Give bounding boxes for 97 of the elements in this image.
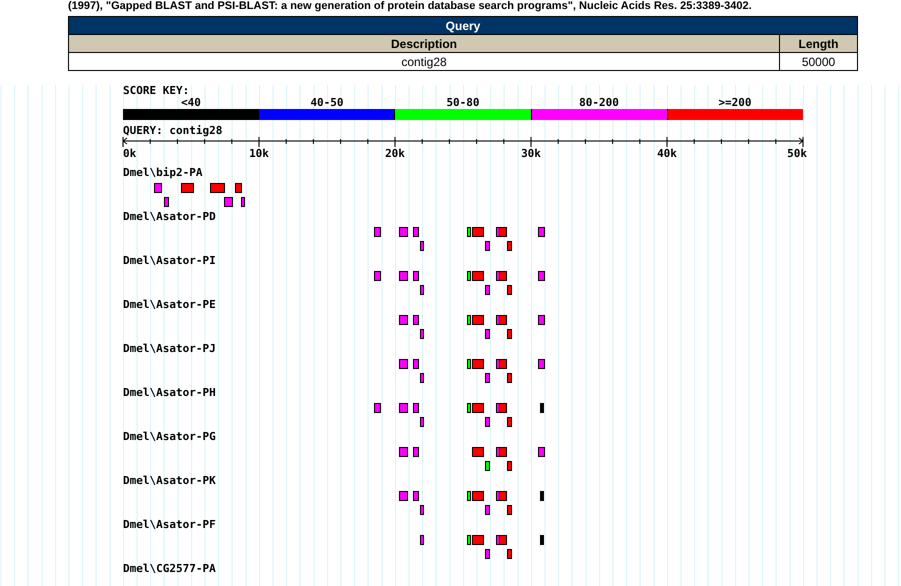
alignment-hit[interactable]: [412, 315, 419, 325]
alignment-hit[interactable]: [164, 197, 170, 207]
alignment-hit[interactable]: [538, 227, 545, 237]
column-header: Length: [780, 34, 858, 52]
axis-tick-label: 30k: [521, 148, 541, 160]
alignment-hit[interactable]: [506, 285, 512, 295]
sequence-name: Dmel\CG2577-PA: [123, 563, 217, 575]
alignment-hit[interactable]: [472, 359, 484, 369]
alignment-hit[interactable]: [540, 491, 544, 501]
alignment-hit[interactable]: [472, 535, 484, 545]
alignment-hit[interactable]: [467, 491, 472, 501]
alignment-hit[interactable]: [540, 403, 544, 413]
alignment-hit[interactable]: [538, 359, 545, 369]
alignment-hit[interactable]: [412, 271, 419, 281]
axis-tick-label: 10k: [249, 148, 269, 160]
score-range-label: 40-50: [309, 97, 345, 109]
score-range-label: 50-80: [445, 97, 481, 109]
alignment-hit[interactable]: [506, 417, 512, 427]
axis-tick-label: 0k: [123, 148, 136, 160]
alignment-hit[interactable]: [399, 359, 408, 369]
alignment-hit[interactable]: [420, 505, 424, 515]
alignment-hit[interactable]: [399, 491, 408, 501]
alignment-hit[interactable]: [412, 359, 419, 369]
sequence-name: Dmel\Asator-PD: [123, 211, 217, 223]
sequence-name: Dmel\Asator-PJ: [123, 343, 217, 355]
alignment-hit[interactable]: [467, 227, 472, 237]
sequence-name: Dmel\Asator-PK: [123, 475, 217, 487]
sequence-name: Dmel\bip2-PA: [123, 167, 204, 179]
alignment-hit[interactable]: [467, 271, 472, 281]
alignment-hit[interactable]: [412, 403, 419, 413]
alignment-hit[interactable]: [399, 271, 408, 281]
alignment-hit[interactable]: [540, 535, 544, 545]
alignment-hit[interactable]: [484, 549, 490, 559]
alignment-hit[interactable]: [412, 491, 419, 501]
alignment-hit[interactable]: [241, 197, 246, 207]
score-range-label: <40: [180, 97, 202, 109]
alignment-hit[interactable]: [506, 241, 512, 251]
alignment-hit[interactable]: [484, 373, 490, 383]
alignment-hit[interactable]: [484, 285, 490, 295]
alignment-hit[interactable]: [399, 447, 408, 457]
alignment-hit[interactable]: [420, 285, 424, 295]
column-header: Description: [68, 34, 780, 52]
alignment-hit[interactable]: [374, 227, 381, 237]
alignment-hit[interactable]: [506, 329, 512, 339]
alignment-hit[interactable]: [472, 491, 484, 501]
table-title: Query: [68, 16, 858, 34]
alignment-hit[interactable]: [224, 197, 234, 207]
alignment-hit[interactable]: [484, 417, 490, 427]
alignment-hit[interactable]: [472, 271, 484, 281]
alignment-hit[interactable]: [506, 373, 512, 383]
alignment-hit[interactable]: [467, 535, 472, 545]
sequence-name: Dmel\Asator-PG: [123, 431, 217, 443]
alignment-hit[interactable]: [538, 271, 545, 281]
alignment-hit[interactable]: [420, 535, 424, 545]
alignment-hit[interactable]: [506, 549, 512, 559]
axis-tick-label: 50k: [787, 148, 807, 160]
alignment-hit[interactable]: [467, 359, 472, 369]
alignment-hit[interactable]: [420, 241, 424, 251]
alignment-hit[interactable]: [374, 403, 381, 413]
alignment-hit[interactable]: [399, 227, 408, 237]
score-key-label: SCORE KEY:: [123, 85, 190, 97]
alignment-hit[interactable]: [234, 183, 242, 193]
table-cell: contig28: [68, 52, 780, 70]
alignment-hit[interactable]: [484, 241, 490, 251]
alignment-hit[interactable]: [472, 227, 484, 237]
alignment-hit[interactable]: [412, 227, 419, 237]
alignment-hit[interactable]: [484, 505, 490, 515]
sequence-name: Dmel\Asator-PI: [123, 255, 217, 267]
table-cell: 50000: [780, 52, 858, 70]
alignment-hit[interactable]: [506, 461, 512, 471]
alignment-hit[interactable]: [484, 329, 490, 339]
score-range-label: >=200: [717, 97, 753, 109]
axis-tick-label: 40k: [657, 148, 677, 160]
alignment-hit[interactable]: [420, 417, 424, 427]
alignment-hit[interactable]: [467, 403, 472, 413]
alignment-hit[interactable]: [467, 315, 472, 325]
alignment-hit[interactable]: [472, 447, 484, 457]
alignment-hit[interactable]: [399, 315, 408, 325]
citation-text: (1997), "Gapped BLAST and PSI-BLAST: a new generation of protein database search programs", Nucleic Acids Res. 25:3389-3402.: [67, 0, 753, 13]
sequence-name: Dmel\Asator-PF: [123, 519, 217, 531]
score-range-label: 80-200: [578, 97, 620, 109]
alignment-hit[interactable]: [472, 403, 484, 413]
alignment-hit[interactable]: [472, 315, 484, 325]
sequence-name: Dmel\Asator-PH: [123, 387, 217, 399]
alignment-hit[interactable]: [399, 403, 408, 413]
alignment-hit[interactable]: [412, 447, 419, 457]
alignment-hit[interactable]: [420, 329, 424, 339]
alignment-hit[interactable]: [538, 315, 545, 325]
alignment-hit[interactable]: [420, 373, 424, 383]
alignment-hit[interactable]: [374, 271, 381, 281]
alignment-hit[interactable]: [538, 447, 546, 457]
sequence-name: Dmel\Asator-PE: [123, 299, 217, 311]
query-label: QUERY: contig28: [123, 125, 224, 137]
alignment-hit[interactable]: [154, 183, 162, 193]
axis-tick-label: 20k: [385, 148, 405, 160]
alignment-hit[interactable]: [484, 461, 490, 471]
alignment-hit[interactable]: [506, 505, 512, 515]
